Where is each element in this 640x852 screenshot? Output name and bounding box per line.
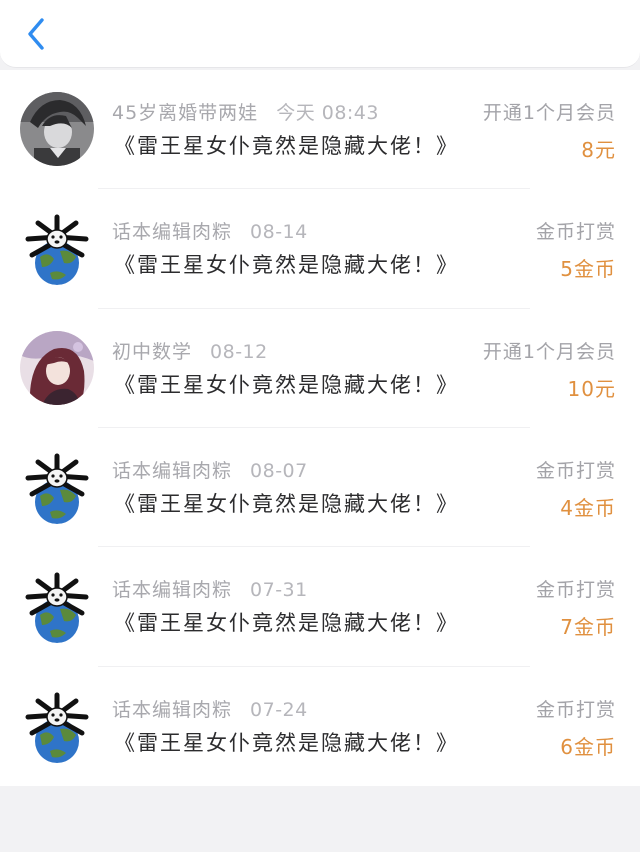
record-amount: 10元: [567, 376, 616, 401]
record-amount: 8元: [581, 138, 616, 162]
user-avatar[interactable]: [20, 449, 94, 524]
record-action: 金币打赏: [535, 459, 616, 482]
record-meta: 45岁离婚带两娃 今天 08:43: [112, 98, 379, 125]
record-amount: 7金币: [560, 615, 616, 640]
user-name: 初中数学: [112, 340, 193, 363]
record-time: 07-31: [250, 579, 308, 602]
top-bar: [0, 0, 640, 68]
globe-dog-avatar: [20, 569, 94, 644]
user-avatar[interactable]: [20, 688, 94, 763]
list-item[interactable]: 话本编辑肉粽 07-31 《雷王星女仆竟然是隐藏大佬！》 金币打赏 7金币: [0, 547, 640, 667]
book-title: 《雷王星女仆竟然是隐藏大佬！》: [114, 730, 459, 755]
book-title: 《雷王星女仆竟然是隐藏大佬！》: [114, 253, 459, 278]
anime-girl-avatar: [20, 330, 94, 405]
record-meta: 话本编辑肉粽 07-24: [112, 695, 308, 722]
user-name: 话本编辑肉粽: [112, 698, 233, 721]
record-time: 07-24: [250, 698, 308, 721]
user-avatar[interactable]: [20, 330, 94, 405]
globe-dog-avatar: [20, 449, 94, 524]
record-meta: 初中数学 08-12: [112, 337, 268, 364]
record-time: 08-07: [250, 459, 308, 482]
record-time: 08-14: [250, 221, 308, 244]
list-item[interactable]: 45岁离婚带两娃 今天 08:43 《雷王星女仆竟然是隐藏大佬！》 开通1个月会员…: [0, 70, 640, 190]
record-time: 今天 08:43: [276, 102, 379, 124]
list-item[interactable]: 话本编辑肉粽 07-24 《雷王星女仆竟然是隐藏大佬！》 金币打赏 6金币: [0, 667, 640, 786]
user-avatar[interactable]: [20, 569, 94, 644]
book-title: 《雷王星女仆竟然是隐藏大佬！》: [114, 372, 459, 397]
list-item[interactable]: 话本编辑肉粽 08-07 《雷王星女仆竟然是隐藏大佬！》 金币打赏 4金币: [0, 428, 640, 548]
book-title: 《雷王星女仆竟然是隐藏大佬！》: [114, 491, 459, 516]
record-amount: 4金币: [560, 495, 616, 520]
list-item[interactable]: 初中数学 08-12 《雷王星女仆竟然是隐藏大佬！》 开通1个月会员 10元: [0, 309, 640, 428]
user-name: 话本编辑肉粽: [112, 459, 233, 482]
user-name: 话本编辑肉粽: [112, 221, 233, 244]
user-name: 话本编辑肉粽: [112, 579, 233, 602]
record-action: 开通1个月会员: [482, 340, 616, 363]
record-action: 金币打赏: [535, 221, 616, 244]
record-action: 金币打赏: [535, 579, 616, 602]
back-button[interactable]: [18, 14, 54, 54]
record-amount: 6金币: [560, 734, 616, 759]
user-avatar[interactable]: [20, 211, 94, 286]
globe-dog-avatar: [20, 211, 94, 286]
user-avatar[interactable]: [20, 92, 94, 166]
record-action: 金币打赏: [535, 698, 616, 721]
record-action: 开通1个月会员: [482, 102, 616, 124]
record-time: 08-12: [210, 340, 268, 363]
anime-boy-avatar: [20, 92, 94, 166]
user-name: 45岁离婚带两娃: [112, 102, 259, 124]
list-item[interactable]: 话本编辑肉粽 08-14 《雷王星女仆竟然是隐藏大佬！》 金币打赏 5金币: [0, 189, 640, 309]
book-title: 《雷王星女仆竟然是隐藏大佬！》: [114, 134, 459, 158]
globe-dog-avatar: [20, 688, 94, 763]
record-meta: 话本编辑肉粽 08-14: [112, 217, 308, 244]
reward-record-list: 45岁离婚带两娃 今天 08:43 《雷王星女仆竟然是隐藏大佬！》 开通1个月会员…: [0, 70, 640, 786]
record-meta: 话本编辑肉粽 07-31: [112, 575, 308, 602]
book-title: 《雷王星女仆竟然是隐藏大佬！》: [114, 611, 459, 636]
record-amount: 5金币: [560, 257, 616, 282]
chevron-left-icon: [28, 18, 44, 50]
record-meta: 话本编辑肉粽 08-07: [112, 456, 308, 483]
